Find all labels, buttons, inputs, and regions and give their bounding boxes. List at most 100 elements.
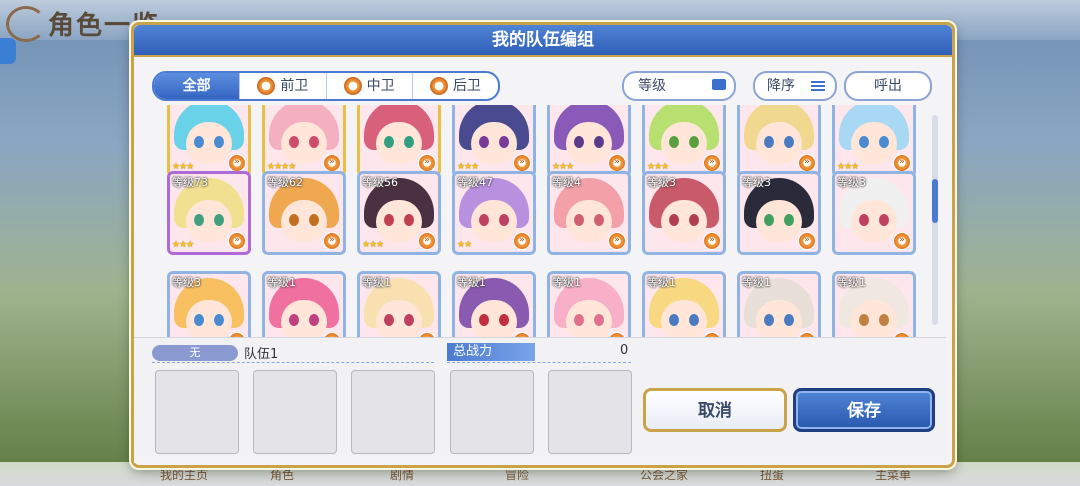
character-card[interactable]: 等级3 » — [642, 171, 726, 255]
total-power-value: 0 — [620, 343, 629, 358]
team-slot[interactable] — [450, 370, 534, 454]
character-card[interactable]: ★★★★» — [262, 105, 346, 177]
character-level: 等级3 — [172, 276, 201, 289]
character-card[interactable]: 等级1» — [262, 271, 346, 337]
team-name-divider — [152, 362, 434, 363]
call-button[interactable]: 呼出 — [844, 71, 932, 101]
tab-all-label: 全部 — [182, 78, 211, 94]
character-card[interactable]: 等级56 ★★★ » — [357, 171, 441, 255]
scrollbar-thumb[interactable] — [932, 179, 938, 223]
character-level: 等级1 — [267, 276, 296, 289]
character-card[interactable]: ★★★» — [167, 105, 251, 177]
role-position-icon: » — [608, 232, 626, 250]
star-rating: ★★ — [457, 240, 472, 250]
character-card[interactable]: 等级1» — [547, 271, 631, 337]
team-panel: 无 队伍1 总战力 0 取消 保存 — [134, 337, 946, 463]
cancel-button[interactable]: 取消 — [643, 388, 787, 432]
character-card[interactable]: 等级3» — [167, 271, 251, 337]
team-name[interactable]: 队伍1 — [244, 343, 278, 362]
team-slot[interactable] — [253, 370, 337, 454]
window-icon — [712, 79, 726, 90]
character-card[interactable]: 等级3 » — [832, 171, 916, 255]
character-card[interactable]: ★★★» — [452, 105, 536, 177]
character-level: 等级62 — [267, 176, 303, 189]
character-card[interactable]: 等级1» — [737, 271, 821, 337]
sort-lines-icon — [811, 81, 825, 83]
sort-order-button[interactable]: 降序 — [753, 71, 837, 101]
character-card[interactable]: 等级1» — [357, 271, 441, 337]
role-position-icon: » — [703, 154, 721, 172]
save-button[interactable]: 保存 — [793, 388, 935, 432]
tab-middle[interactable]: 中卫 — [325, 73, 412, 99]
character-level: 等级3 — [837, 176, 866, 189]
role-position-icon: » — [798, 232, 816, 250]
character-card[interactable]: 等级62 » — [262, 171, 346, 255]
character-card[interactable]: ★★★» — [642, 105, 726, 177]
star-rating: ★★★ — [362, 240, 384, 250]
character-card[interactable]: ★★★» — [547, 105, 631, 177]
tab-middle-label: 中卫 — [366, 78, 395, 94]
character-card[interactable]: 等级4 » — [547, 171, 631, 255]
role-position-icon: » — [228, 232, 246, 250]
character-level: 等级1 — [647, 276, 676, 289]
bottom-nav-item[interactable]: 扭蛋 — [760, 466, 784, 483]
team-slot[interactable] — [351, 370, 435, 454]
character-card[interactable]: 等级3 » — [737, 171, 821, 255]
total-power-label: 总战力 — [447, 343, 535, 361]
character-card[interactable]: 等级1» — [452, 271, 536, 337]
bottom-nav-item[interactable]: 剧情 — [390, 466, 414, 483]
character-card[interactable]: » — [737, 105, 821, 177]
sort-field-button[interactable]: 等级 — [622, 71, 736, 101]
tab-front[interactable]: 前卫 — [239, 73, 325, 99]
tab-all[interactable]: 全部 — [154, 73, 240, 99]
role-position-icon: » — [608, 154, 626, 172]
character-card[interactable]: » — [357, 105, 441, 177]
team-slot[interactable] — [548, 370, 632, 454]
bottom-nav-item[interactable]: 主菜单 — [875, 466, 911, 483]
role-position-icon: » — [513, 232, 531, 250]
character-card[interactable]: ★★★» — [832, 105, 916, 177]
side-menu-tab[interactable] — [0, 38, 16, 64]
bottom-nav-item[interactable]: 冒险 — [505, 466, 529, 483]
back-role-icon — [429, 77, 448, 95]
team-edit-dialog: 我的队伍编组 全部 前卫 中卫 后卫 等级 降序 呼出 ★★★» ★★★★»» ★★… — [131, 22, 955, 468]
character-card[interactable]: 等级73 ★★★ » — [167, 171, 251, 255]
role-position-icon: » — [323, 232, 341, 250]
bottom-nav-item[interactable]: 角色 — [270, 466, 294, 483]
back-swirl-icon[interactable] — [6, 6, 46, 42]
character-level: 等级1 — [552, 276, 581, 289]
role-position-icon: » — [323, 154, 341, 172]
bottom-nav-item[interactable]: 我的主页 — [160, 466, 208, 483]
dialog-title: 我的队伍编组 — [134, 25, 952, 57]
character-card[interactable]: 等级1» — [832, 271, 916, 337]
team-slot[interactable] — [155, 370, 239, 454]
role-position-icon: » — [893, 232, 911, 250]
role-position-icon: » — [418, 232, 436, 250]
sort-order-label: 降序 — [767, 78, 795, 94]
character-roster-grid: ★★★» ★★★★»» ★★★» ★★★» ★★★»» ★★★» 等级73 ★★★» 等级62»… — [134, 105, 944, 337]
character-card[interactable]: 等级47 ★★ » — [452, 171, 536, 255]
role-position-icon: » — [513, 154, 531, 172]
position-filter-tabs: 全部 前卫 中卫 后卫 — [152, 71, 500, 101]
character-level: 等级56 — [362, 176, 398, 189]
character-level: 等级3 — [742, 176, 771, 189]
tab-front-label: 前卫 — [280, 78, 309, 94]
character-card[interactable]: 等级1» — [642, 271, 726, 337]
character-level: 等级1 — [457, 276, 486, 289]
team-none-badge: 无 — [152, 345, 238, 361]
character-level: 等级47 — [457, 176, 493, 189]
middle-role-icon — [343, 77, 362, 95]
sort-field-label: 等级 — [638, 78, 666, 94]
role-position-icon: » — [893, 154, 911, 172]
role-position-icon: » — [703, 232, 721, 250]
character-level: 等级4 — [552, 176, 581, 189]
power-divider — [447, 362, 631, 363]
character-level: 等级3 — [647, 176, 676, 189]
role-position-icon: » — [228, 154, 246, 172]
roster-scrollbar[interactable] — [932, 115, 938, 325]
tab-back[interactable]: 后卫 — [411, 73, 498, 99]
tab-back-label: 后卫 — [452, 78, 481, 94]
character-level: 等级1 — [837, 276, 866, 289]
bottom-nav-item[interactable]: 公会之家 — [640, 466, 688, 483]
character-level: 等级1 — [742, 276, 771, 289]
